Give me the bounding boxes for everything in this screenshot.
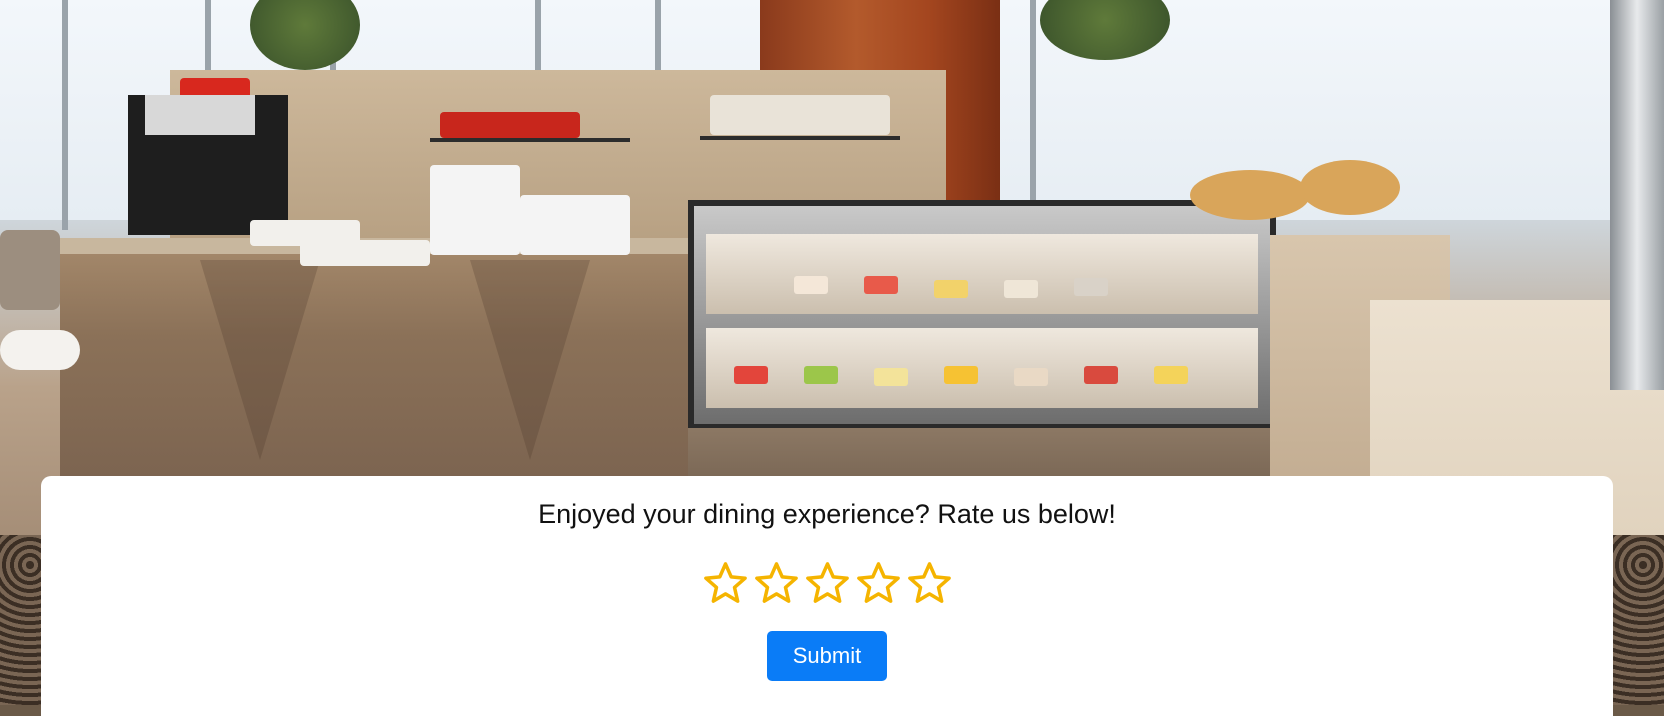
rating-prompt: Enjoyed your dining experience? Rate us … bbox=[538, 499, 1116, 529]
submit-button[interactable]: Submit bbox=[767, 631, 887, 681]
star-outline-icon[interactable] bbox=[753, 560, 800, 607]
rating-card: Enjoyed your dining experience? Rate us … bbox=[41, 476, 1613, 716]
pastry-display-case bbox=[688, 200, 1276, 430]
star-rating bbox=[41, 560, 1613, 607]
steel-column bbox=[1610, 0, 1664, 390]
star-outline-icon[interactable] bbox=[804, 560, 851, 607]
star-outline-icon[interactable] bbox=[906, 560, 953, 607]
counter bbox=[60, 240, 700, 480]
star-outline-icon[interactable] bbox=[855, 560, 902, 607]
star-outline-icon[interactable] bbox=[702, 560, 749, 607]
